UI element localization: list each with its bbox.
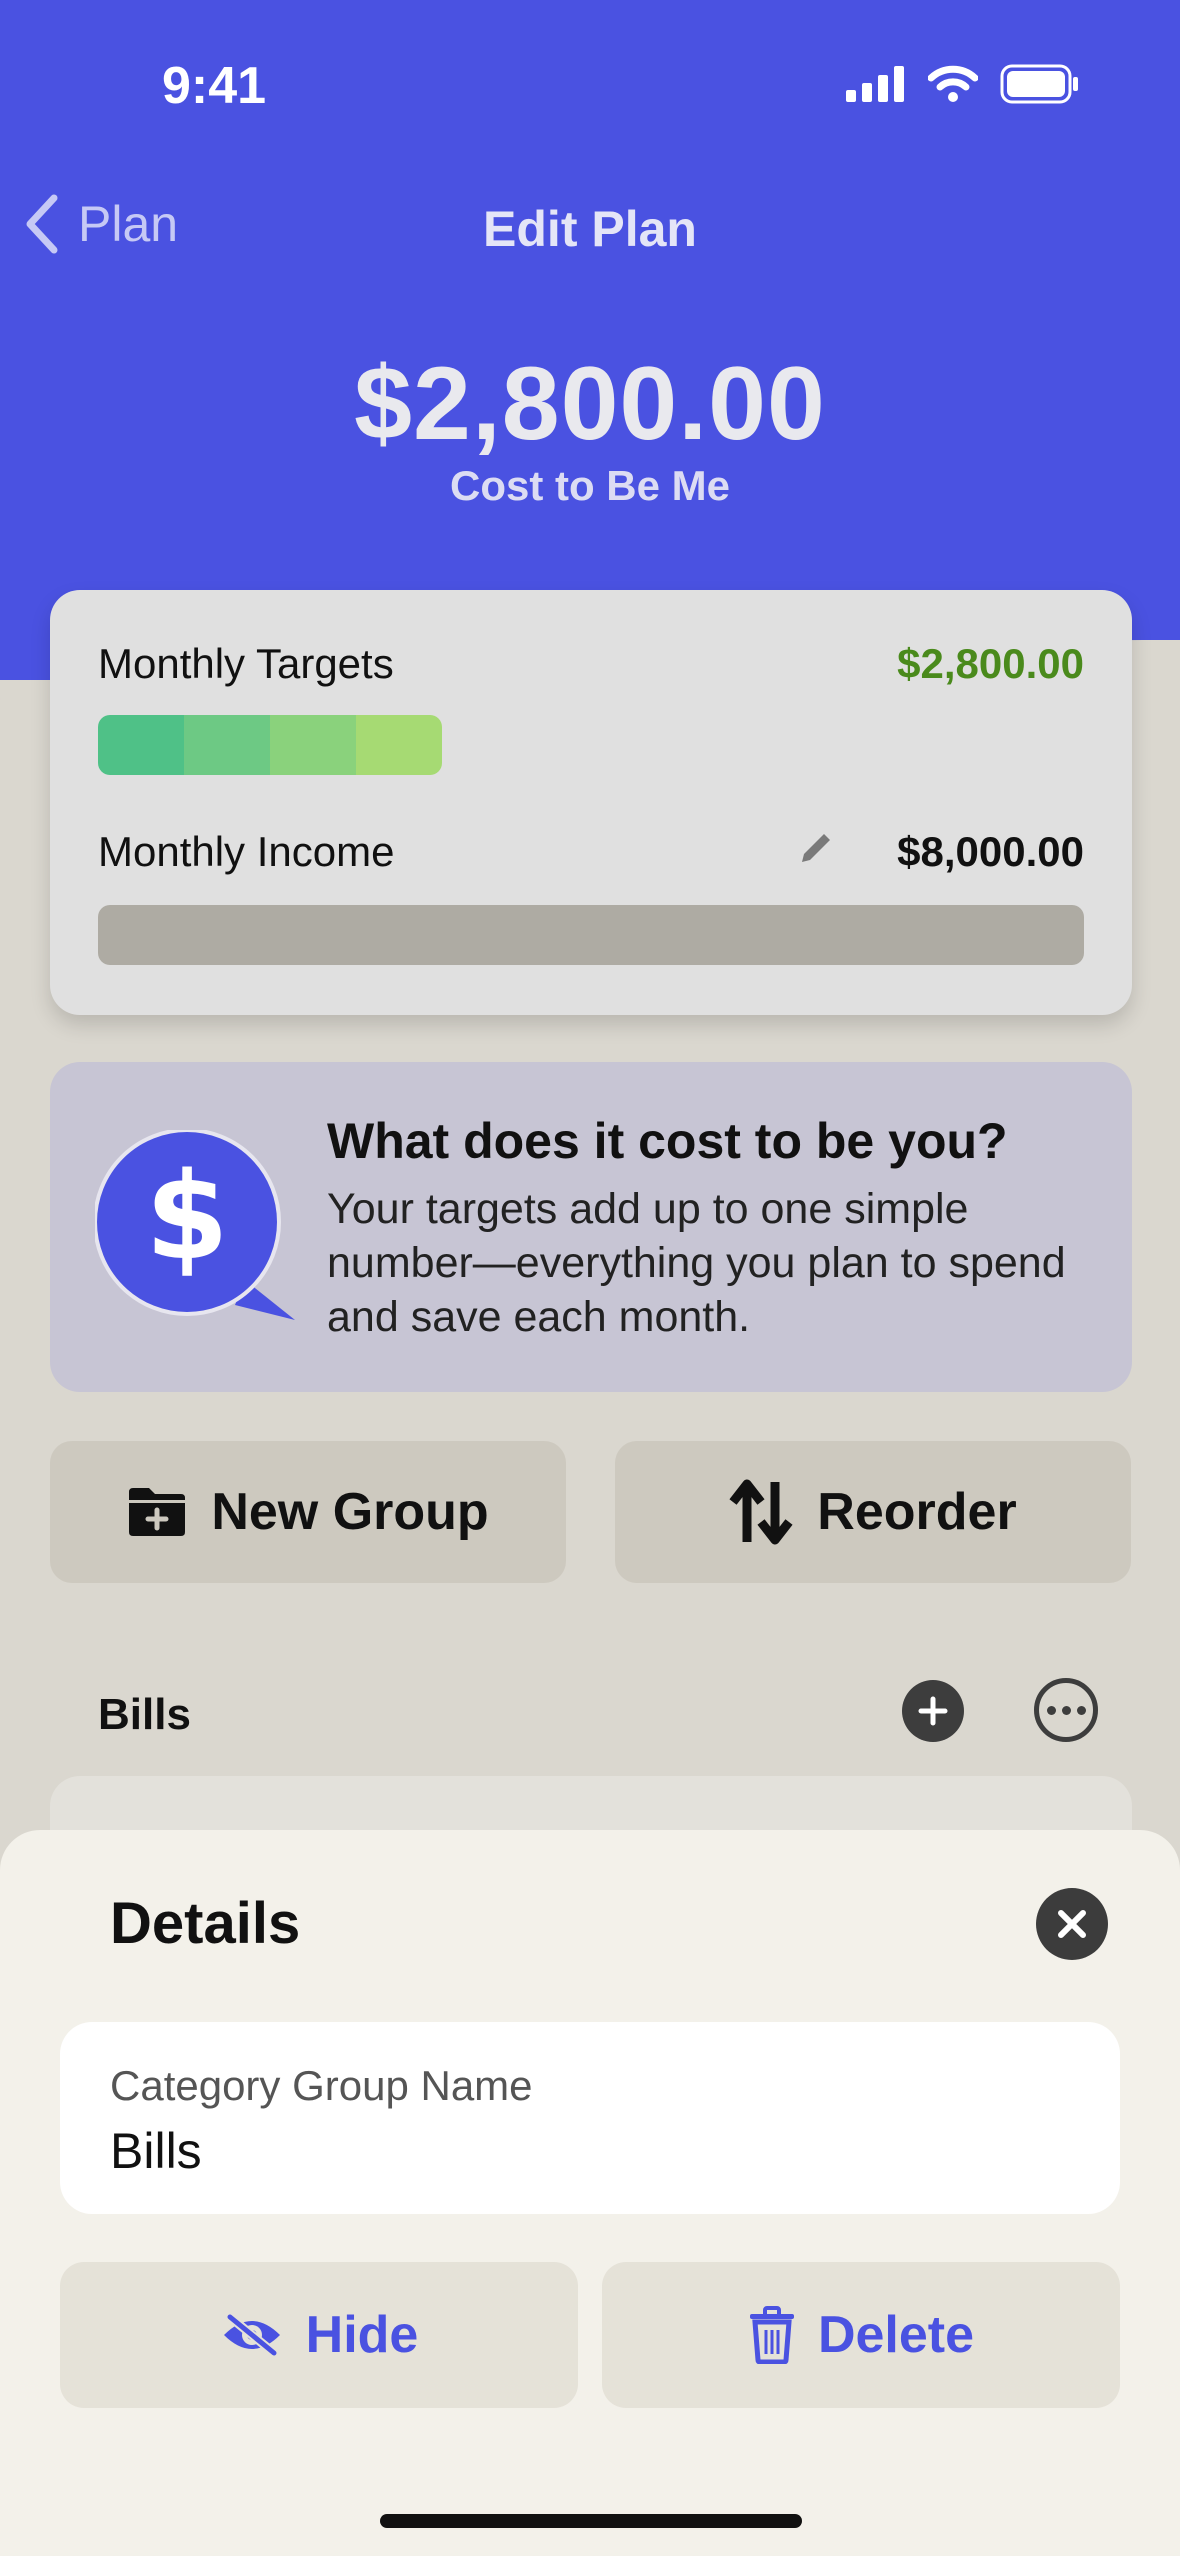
monthly-targets-amount: $2,800.00 <box>897 640 1084 687</box>
field-label: Category Group Name <box>110 2062 533 2109</box>
close-icon <box>1058 1910 1086 1938</box>
pencil-icon[interactable] <box>796 830 834 868</box>
new-group-label: New Group <box>211 1483 489 1541</box>
info-heading: What does it cost to be you? <box>327 1113 1008 1169</box>
monthly-targets-label: Monthly Targets <box>98 640 394 687</box>
field-value[interactable]: Bills <box>110 2122 202 2180</box>
more-dot <box>1061 1705 1071 1715</box>
eye-slash-icon <box>223 2313 280 2357</box>
add-category-button[interactable] <box>902 1680 964 1742</box>
reorder-arrows-icon <box>729 1479 793 1545</box>
plus-icon <box>918 1696 948 1726</box>
more-dot <box>1076 1705 1086 1715</box>
targets-bar-segment <box>184 715 270 775</box>
status-bar: 9:41 <box>0 0 1180 170</box>
hide-label: Hide <box>305 2306 419 2364</box>
page-title: Edit Plan <box>483 201 697 257</box>
info-body: Your targets add up to one simple number… <box>327 1185 1066 1341</box>
svg-text:$: $ <box>145 1148 229 1287</box>
close-button[interactable] <box>1036 1888 1108 1960</box>
monthly-income-amount[interactable]: $8,000.00 <box>897 828 1084 876</box>
cost-to-be-me-label: Cost to Be Me <box>449 462 730 509</box>
wifi-icon <box>928 65 978 102</box>
status-icons <box>846 64 1080 104</box>
new-group-button[interactable]: New Group <box>50 1441 566 1583</box>
targets-bar-segment <box>270 715 356 775</box>
trash-icon <box>749 2306 794 2364</box>
targets-bar-segment <box>98 715 184 775</box>
delete-label: Delete <box>817 2306 975 2364</box>
more-options-button[interactable] <box>1034 1678 1098 1742</box>
cellular-signal-icon <box>846 66 904 102</box>
category-group-name-field[interactable]: Category Group Name Bills <box>60 2022 1120 2214</box>
sheet-title: Details <box>110 1891 301 1956</box>
monthly-income-label: Monthly Income <box>98 828 395 875</box>
monthly-targets-bar <box>98 715 442 775</box>
folder-plus-icon <box>129 1488 186 1536</box>
status-time: 9:41 <box>162 57 267 115</box>
battery-icon <box>1000 64 1078 104</box>
group-title-bills: Bills <box>98 1690 191 1739</box>
home-indicator[interactable] <box>380 2514 802 2528</box>
reorder-label: Reorder <box>817 1483 1017 1541</box>
nav-bar: Plan Edit Plan <box>0 180 1180 270</box>
delete-button[interactable]: Delete <box>602 2262 1120 2408</box>
info-card: $ What does it cost to be you? Your targ… <box>50 1062 1132 1392</box>
targets-bar-segment <box>356 715 442 775</box>
more-dot <box>1046 1705 1056 1715</box>
details-sheet: Details Category Group Name Bills Hide D… <box>0 1830 1180 2556</box>
reorder-button[interactable]: Reorder <box>615 1441 1131 1583</box>
dollar-chat-icon: $ <box>95 1130 295 1320</box>
hide-button[interactable]: Hide <box>60 2262 578 2408</box>
cost-to-be-me-amount: $2,800.00 <box>354 346 826 462</box>
monthly-income-bar <box>98 905 1084 965</box>
summary-card: Monthly Targets $2,800.00 Monthly Income… <box>50 590 1132 1015</box>
